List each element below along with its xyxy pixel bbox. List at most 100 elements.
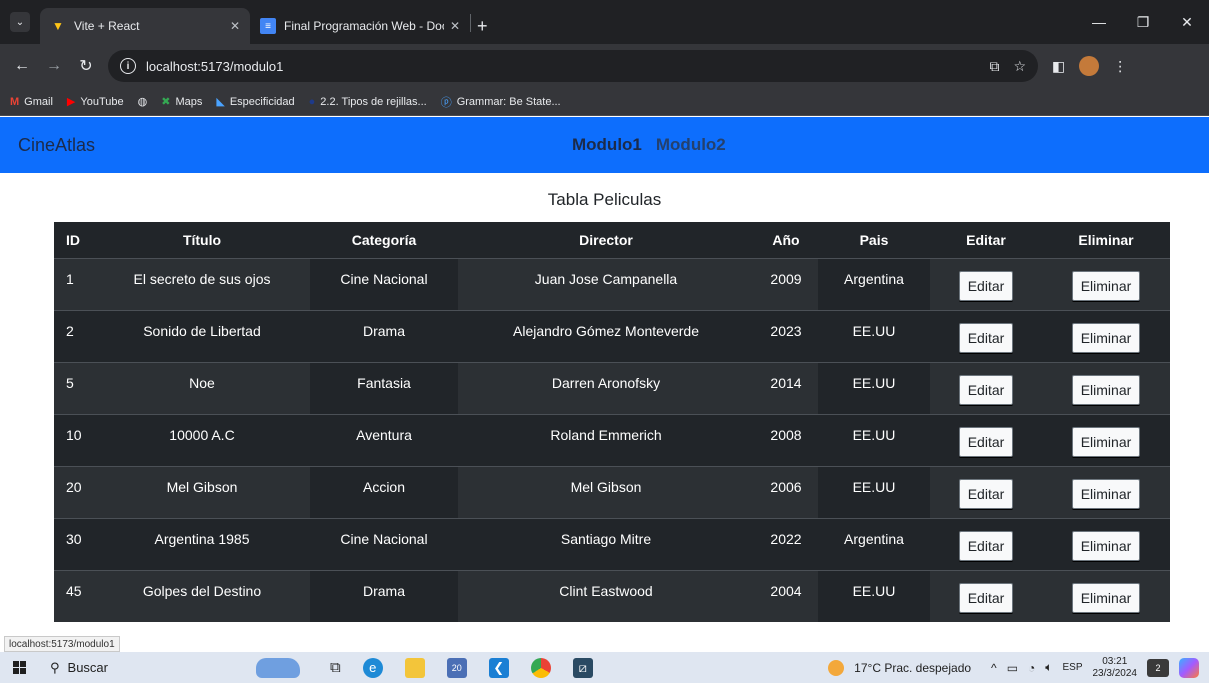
clock[interactable]: 03:21 23/3/2024	[1093, 656, 1138, 680]
cell-pais: EE.UU	[818, 362, 930, 415]
cell-director: Santiago Mitre	[458, 518, 754, 571]
taskbar-search[interactable]: ⚲ Buscar	[50, 660, 200, 676]
app-window-icon[interactable]: ⧄	[572, 657, 593, 678]
table-row: 30 Argentina 1985 Cine Nacional Santiago…	[54, 518, 1170, 571]
delete-button[interactable]: Eliminar	[1071, 426, 1141, 457]
close-tab-icon[interactable]: ✕	[230, 19, 240, 33]
tab-search-icon[interactable]: ⌄	[10, 12, 30, 32]
cell-eliminar: Eliminar	[1042, 362, 1170, 415]
table-row: 45 Golpes del Destino Drama Clint Eastwo…	[54, 570, 1170, 622]
system-tray: 17°C Prac. despejado ^ ▭ ◔ 🔈︎ ESP 03:21 …	[828, 656, 1209, 680]
nav-link-modulo1[interactable]: Modulo1	[572, 135, 642, 155]
delete-button[interactable]: Eliminar	[1071, 478, 1141, 509]
cell-editar: Editar	[930, 518, 1042, 571]
bookmark-especificidad[interactable]: ◣ Especificidad	[216, 95, 295, 109]
tray-chevron-up-icon[interactable]: ^	[991, 661, 997, 675]
pinterest-icon: ⓟ	[440, 96, 452, 109]
windows-taskbar: ⚲ Buscar ⧉ e 20 ❮ ⧄ 17°C Prac. despejado…	[0, 652, 1209, 683]
profile-avatar[interactable]	[1079, 56, 1100, 76]
tab-vite-react[interactable]: ▼ Vite + React ✕	[40, 8, 250, 44]
task-view-icon[interactable]: ⧉	[330, 659, 341, 676]
cell-director: Roland Emmerich	[458, 414, 754, 467]
cell-director: Juan Jose Campanella	[458, 258, 754, 311]
cell-anio: 2014	[754, 362, 818, 415]
edit-button[interactable]: Editar	[958, 426, 1014, 457]
tab-final-programacion[interactable]: ≡ Final Programación Web - Docu ✕	[250, 8, 470, 44]
side-panel-icon[interactable]: ◧	[1052, 58, 1065, 75]
app-navbar: CineAtlas Modulo1 Modulo2	[0, 117, 1209, 173]
file-explorer-icon[interactable]	[404, 657, 425, 678]
notifications-icon[interactable]: 2	[1147, 658, 1169, 677]
minimize-icon[interactable]: —	[1077, 0, 1121, 44]
edit-button[interactable]: Editar	[958, 478, 1014, 509]
cell-categoria: Accion	[310, 466, 458, 519]
edge-icon[interactable]: e	[362, 657, 383, 678]
edit-button[interactable]: Editar	[958, 582, 1014, 613]
table-header-row: ID Título Categoría Director Año Pais Ed…	[54, 222, 1170, 259]
cell-eliminar: Eliminar	[1042, 310, 1170, 363]
table-row: 5 Noe Fantasia Darren Aronofsky 2014 EE.…	[54, 362, 1170, 415]
edit-button[interactable]: Editar	[958, 374, 1014, 405]
col-header-pais: Pais	[818, 222, 930, 259]
new-tab-icon[interactable]: +	[477, 8, 488, 44]
reload-icon[interactable]: ↻	[72, 52, 100, 80]
edit-button[interactable]: Editar	[958, 530, 1014, 561]
cell-titulo: Noe	[94, 362, 310, 415]
chrome-icon[interactable]	[530, 657, 551, 678]
search-icon: ⚲	[50, 659, 60, 675]
vscode-icon[interactable]: ❮	[488, 657, 509, 678]
weather-sun-icon	[828, 659, 845, 676]
site-info-icon[interactable]: i	[120, 58, 136, 74]
weather-widget-cloud-icon[interactable]	[256, 657, 300, 678]
close-window-icon[interactable]: ✕	[1165, 0, 1209, 44]
cell-titulo: 10000 A.C	[94, 414, 310, 467]
delete-button[interactable]: Eliminar	[1071, 374, 1141, 405]
cell-eliminar: Eliminar	[1042, 518, 1170, 571]
bookmark-label: Gmail	[24, 95, 53, 108]
docs-icon: ≡	[260, 18, 276, 34]
cell-anio: 2009	[754, 258, 818, 311]
delete-button[interactable]: Eliminar	[1071, 582, 1141, 613]
bookmark-tipos-rejillas[interactable]: ● 2.2. Tipos de rejillas...	[309, 96, 427, 108]
battery-icon[interactable]: ▭	[1007, 661, 1018, 675]
bookmark-gmail[interactable]: M Gmail	[10, 96, 53, 108]
bookmark-label: Especificidad	[229, 95, 295, 108]
close-tab-icon[interactable]: ✕	[450, 19, 460, 33]
bookmark-youtube[interactable]: ▶ YouTube	[67, 95, 124, 109]
table-row: 2 Sonido de Libertad Drama Alejandro Góm…	[54, 310, 1170, 363]
nav-link-modulo2[interactable]: Modulo2	[656, 135, 726, 155]
translate-icon[interactable]: ⧉	[989, 58, 999, 75]
kebab-menu-icon[interactable]: ⋮	[1113, 58, 1127, 75]
delete-button[interactable]: Eliminar	[1071, 270, 1141, 301]
back-icon[interactable]: ←	[8, 52, 36, 80]
windows-start-icon[interactable]	[4, 652, 34, 683]
movies-table: ID Título Categoría Director Año Pais Ed…	[54, 222, 1170, 622]
volume-icon[interactable]: 🔈︎	[1045, 660, 1052, 675]
language-indicator[interactable]: ESP	[1062, 662, 1082, 673]
bookmark-maps[interactable]: ✖ Maps	[161, 95, 202, 109]
url-text: localhost:5173/modulo1	[146, 58, 284, 74]
bookmark-star-icon[interactable]: ☆	[1013, 58, 1026, 75]
edit-button[interactable]: Editar	[958, 322, 1014, 353]
cell-editar: Editar	[930, 362, 1042, 415]
brand-logo[interactable]: CineAtlas	[18, 117, 95, 173]
weather-text[interactable]: 17°C Prac. despejado	[854, 661, 971, 675]
bookmarks-bar: M Gmail ▶ YouTube ◍ ✖ Maps ◣ Especificid…	[0, 88, 1209, 116]
col-header-anio: Año	[754, 222, 818, 259]
cell-anio: 2004	[754, 570, 818, 622]
cell-id: 20	[54, 466, 94, 519]
cell-pais: Argentina	[818, 518, 930, 571]
bookmark-globe[interactable]: ◍	[138, 95, 148, 108]
bookmark-grammar[interactable]: ⓟ Grammar: Be State...	[441, 94, 561, 110]
copilot-icon[interactable]	[1179, 657, 1199, 678]
edit-button[interactable]: Editar	[958, 270, 1014, 301]
network-icon[interactable]: ◔	[1028, 661, 1035, 675]
teams-icon[interactable]: 20	[446, 657, 467, 678]
delete-button[interactable]: Eliminar	[1071, 322, 1141, 353]
forward-icon[interactable]: →	[40, 52, 68, 80]
url-input[interactable]: i localhost:5173/modulo1 ⧉ ☆	[108, 50, 1038, 82]
delete-button[interactable]: Eliminar	[1071, 530, 1141, 561]
bookmark-icon: ◣	[216, 96, 225, 108]
globe-icon: ◍	[137, 96, 148, 108]
restore-icon[interactable]: ❐	[1121, 0, 1165, 44]
